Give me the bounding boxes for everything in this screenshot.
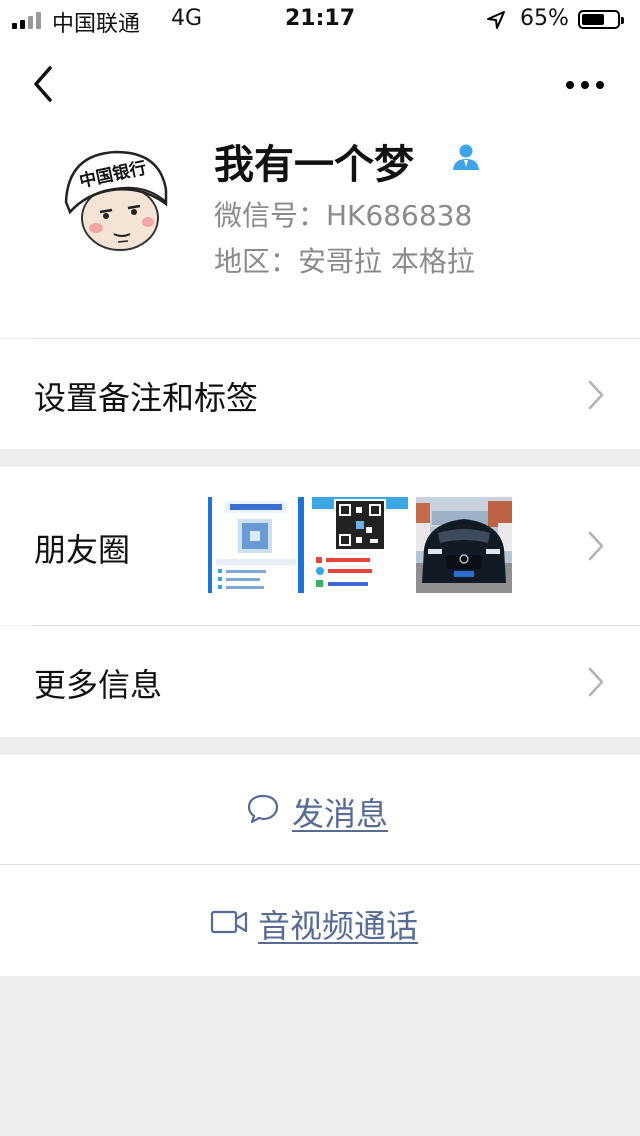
send-message-button[interactable]: 发消息 (0, 755, 640, 864)
region-label: 地区：安哥拉 本格拉 (214, 245, 475, 278)
chevron-right-icon (588, 531, 604, 561)
more-info-row[interactable]: 更多信息 (0, 626, 640, 737)
chat-bubble-icon (247, 794, 279, 824)
location-arrow-icon (487, 11, 505, 29)
back-chevron-icon[interactable] (28, 62, 58, 106)
nav-bar (0, 40, 640, 128)
more-info-label: 更多信息 (34, 666, 163, 704)
video-call-label: 音视频通话 (258, 907, 419, 945)
user-profile-icon (453, 144, 479, 170)
video-call-button[interactable]: 音视频通话 (0, 865, 640, 976)
video-camera-icon (210, 910, 248, 934)
moments-thumbnail (208, 497, 304, 593)
remark-tags-row[interactable]: 设置备注和标签 (0, 339, 640, 449)
profile-header: 中国银行 我有一个梦 微信号：HK686838 地区：安哥拉 本格拉 (0, 128, 640, 338)
moments-label: 朋友圈 (34, 531, 131, 569)
wechat-id: 微信号：HK686838 (214, 199, 473, 232)
moments-thumbnail (416, 497, 512, 593)
status-bar: 中国联通 4G 21:17 65% (0, 0, 640, 40)
moments-thumbnail (312, 497, 408, 593)
contact-name: 我有一个梦 (214, 142, 414, 188)
battery-percent: 65% (520, 6, 569, 31)
avatar[interactable]: 中国银行 (52, 146, 172, 256)
battery-icon (578, 10, 624, 29)
moments-row[interactable]: 朋友圈 (0, 467, 640, 625)
remark-tags-label: 设置备注和标签 (34, 379, 259, 417)
chevron-right-icon (588, 667, 604, 697)
chevron-right-icon (588, 380, 604, 410)
send-message-label: 发消息 (292, 795, 389, 833)
more-options-icon[interactable] (560, 70, 610, 100)
